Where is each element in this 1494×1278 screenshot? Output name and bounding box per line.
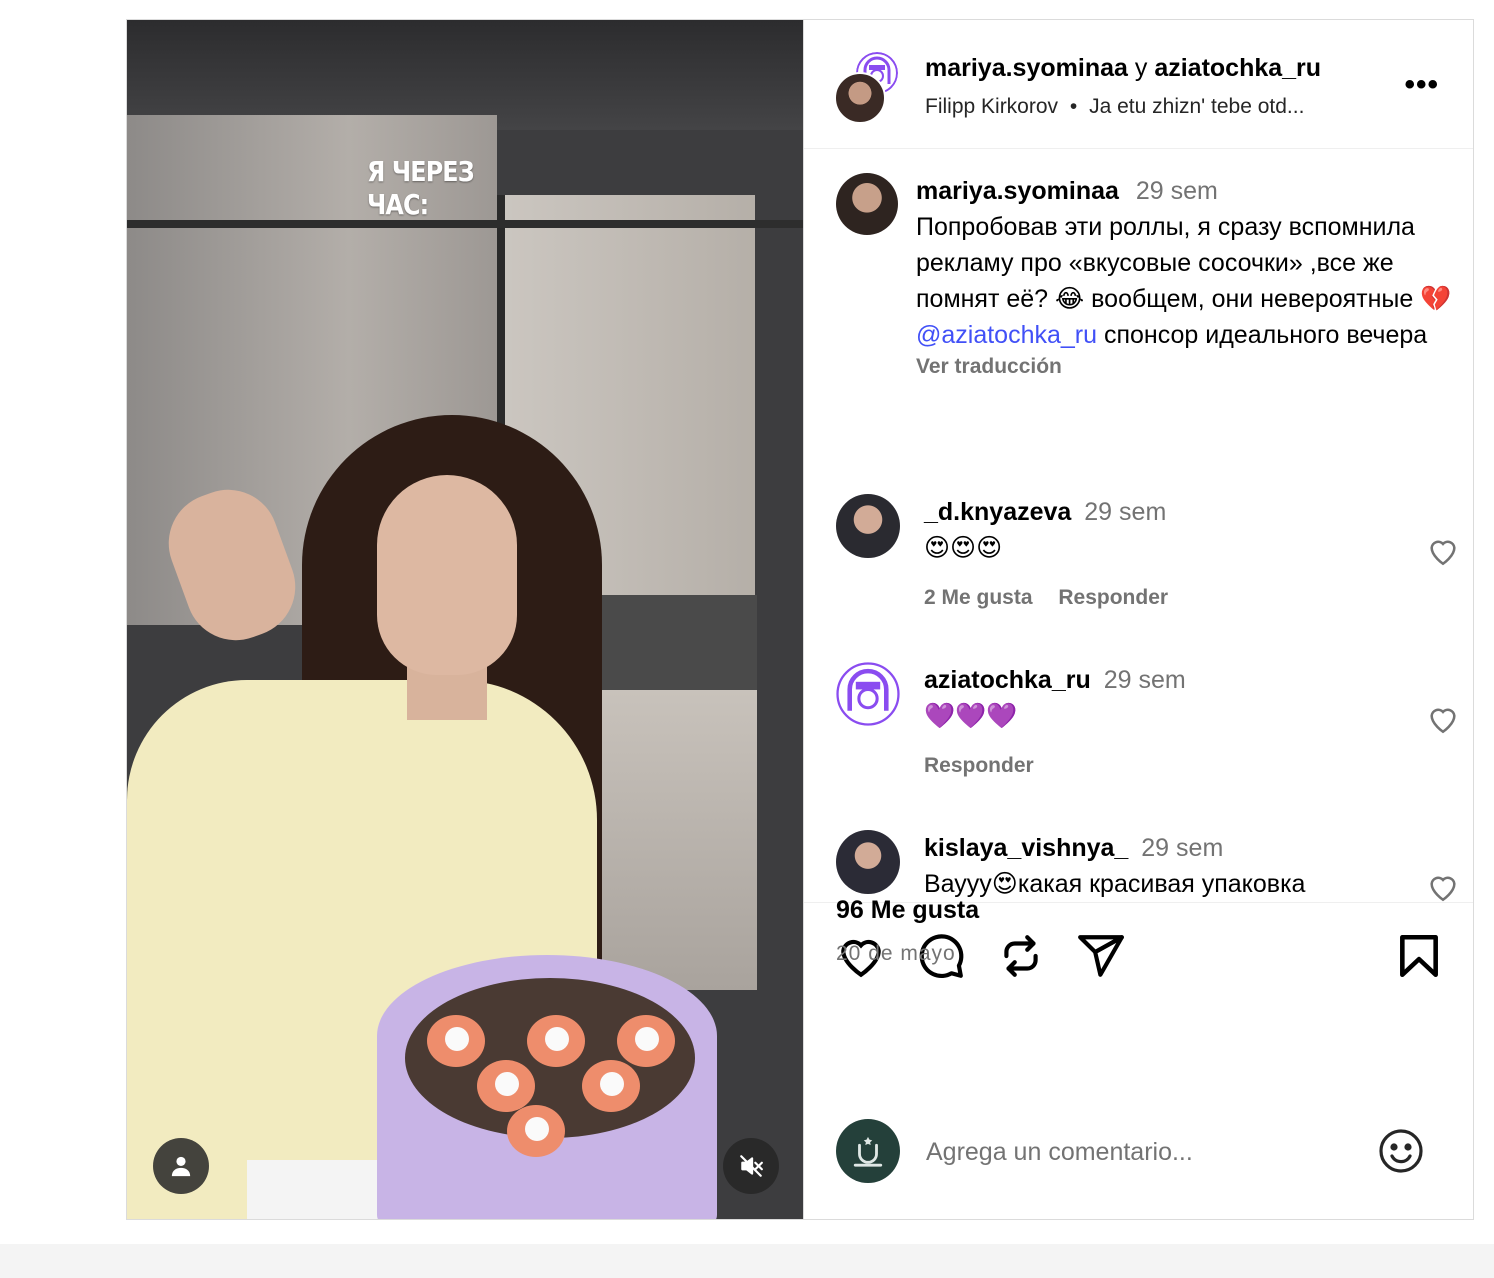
share-icon[interactable]: [1076, 931, 1126, 981]
reply-button[interactable]: Responder: [1058, 586, 1168, 609]
like-count[interactable]: 96 Me gusta: [836, 896, 979, 925]
comment-text: 😍😍😍: [924, 533, 1003, 562]
comment-input[interactable]: [924, 1129, 1348, 1175]
emoji-icon[interactable]: [1377, 1127, 1425, 1175]
audio-info[interactable]: Filipp Kirkorov • Ja etu zhizn' tebe otd…: [925, 95, 1304, 119]
comment-item: _d.knyazeva 29 sem 😍😍😍 2 Me gusta Respon…: [836, 494, 1456, 616]
comment-avatar[interactable]: [836, 494, 900, 558]
caption-mention[interactable]: @aziatochka_ru: [916, 321, 1097, 349]
caption-username[interactable]: mariya.syominaa: [916, 177, 1119, 205]
page-footer-band: [0, 1244, 1494, 1278]
author-avatars[interactable]: [834, 50, 900, 124]
comment-username[interactable]: kislaya_vishnya_: [924, 834, 1128, 862]
see-translation-link[interactable]: Ver traducción: [916, 355, 1456, 379]
mute-icon: [740, 1155, 763, 1177]
comment-item: kislaya_vishnya_ 29 sem Вауyy😍какая крас…: [836, 830, 1456, 902]
current-user-avatar[interactable]: [836, 1119, 900, 1183]
post-details-panel: mariya.syominaa y aziatochka_ru Filipp K…: [804, 20, 1473, 1219]
comment-avatar[interactable]: [836, 830, 900, 894]
comment-like-icon[interactable]: [1426, 870, 1460, 902]
comment-like-icon[interactable]: [1426, 534, 1460, 568]
comment-username[interactable]: _d.knyazeva: [924, 498, 1071, 526]
reply-button[interactable]: Responder: [924, 754, 1034, 777]
caption-text-end: спонсор идеального вечера: [1097, 321, 1428, 349]
post-header: mariya.syominaa y aziatochka_ru Filipp K…: [804, 20, 1473, 149]
comment-like-icon[interactable]: [1426, 702, 1460, 736]
author-username[interactable]: mariya.syominaa: [925, 54, 1128, 82]
coauthor-username[interactable]: aziatochka_ru: [1154, 54, 1321, 82]
author-avatar[interactable]: [834, 72, 886, 124]
comment-avatar[interactable]: [836, 662, 900, 726]
post-caption: mariya.syominaa 29 sem Попробовав эти ро…: [836, 173, 1456, 379]
more-options-button[interactable]: •••: [1404, 68, 1439, 102]
comment-likes[interactable]: 2 Me gusta: [924, 586, 1033, 609]
post-date[interactable]: 20 de mayo: [836, 942, 956, 966]
music-separator: •: [1069, 95, 1078, 118]
add-comment-bar: [804, 1099, 1473, 1219]
brand-logo-icon: [836, 662, 900, 726]
caption-time[interactable]: 29 sem: [1136, 177, 1218, 205]
video-overlay-text: Я ЧЕРЕЗ ЧАС:: [367, 155, 475, 221]
profile-logo-icon: [853, 1136, 883, 1167]
comment-item: aziatochka_ru 29 sem 💜💜💜 Responder: [836, 662, 1456, 784]
post-authors: mariya.syominaa y aziatochka_ru: [925, 54, 1321, 83]
tagged-users-button[interactable]: [153, 1138, 209, 1194]
music-title[interactable]: Ja etu zhizn' tebe otd...: [1089, 95, 1304, 118]
save-icon[interactable]: [1394, 931, 1444, 981]
user-icon: [171, 1156, 191, 1177]
repost-icon[interactable]: [996, 931, 1046, 981]
comment-text: Вауyy😍какая красивая упаковка: [924, 870, 1306, 898]
comment-time[interactable]: 29 sem: [1141, 834, 1223, 862]
post-dialog: Я ЧЕРЕЗ ЧАС: mariya.syominaa y aziatochk…: [126, 19, 1474, 1220]
mute-button[interactable]: [723, 1138, 779, 1194]
comment-time[interactable]: 29 sem: [1084, 498, 1166, 526]
comment-text: 💜💜💜: [924, 701, 1018, 730]
music-artist[interactable]: Filipp Kirkorov: [925, 95, 1058, 118]
caption-avatar[interactable]: [836, 173, 898, 235]
comment-time[interactable]: 29 sem: [1104, 666, 1186, 694]
caption-text: Попробовав эти роллы, я сразу вспомнила …: [916, 213, 1452, 313]
comments-list[interactable]: mariya.syominaa 29 sem Попробовав эти ро…: [804, 149, 1473, 902]
author-connector: y: [1134, 54, 1148, 82]
comment-username[interactable]: aziatochka_ru: [924, 666, 1091, 694]
post-video[interactable]: Я ЧЕРЕЗ ЧАС:: [127, 20, 804, 1219]
